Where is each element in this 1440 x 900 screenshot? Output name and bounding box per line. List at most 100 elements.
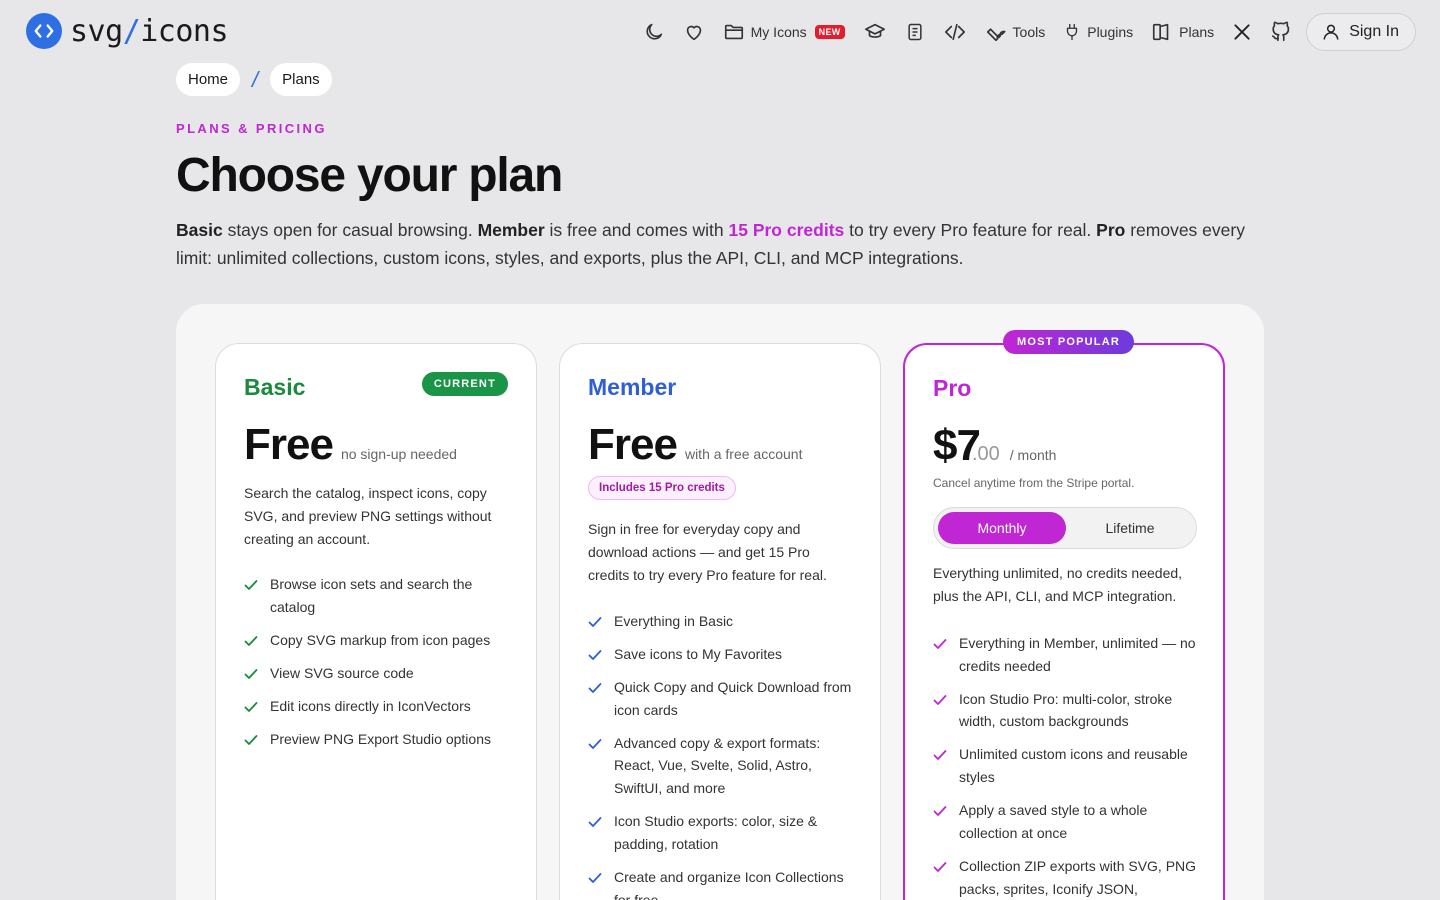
plans-link[interactable]: Plans (1151, 21, 1214, 43)
plan-name: Pro (933, 375, 972, 401)
user-icon (1323, 24, 1339, 40)
feature-list: Browse icon sets and search the catalog C… (244, 573, 510, 761)
feature-item: Everything in Basic (588, 610, 854, 633)
feature-text: Unlimited custom icons and reusable styl… (959, 746, 1188, 786)
feature-text: Copy SVG markup from icon pages (270, 631, 491, 648)
feature-list: Everything in Member, unlimited — no cre… (933, 632, 1199, 900)
breadcrumb-plans[interactable]: Plans (270, 63, 332, 96)
check-icon (244, 668, 258, 679)
favorites-link[interactable] (683, 21, 705, 43)
feature-item: View SVG source code (244, 662, 510, 685)
graduation-cap-icon (864, 23, 885, 38)
breadcrumb: Home / Plans (176, 63, 332, 96)
check-icon (244, 734, 258, 745)
price-row: $7.00 / month (933, 421, 1056, 471)
price-note: / month (1009, 447, 1057, 463)
billing-toggle: Monthly Lifetime (933, 507, 1197, 549)
feature-item: Edit icons directly in IconVectors (244, 695, 510, 718)
developer-link[interactable] (943, 21, 967, 43)
check-icon (588, 617, 602, 627)
x-link[interactable] (1232, 22, 1252, 42)
feature-text: Icon Studio Pro: multi-color, stroke wid… (959, 690, 1173, 730)
plan-description: Everything unlimited, no credits needed,… (933, 565, 1183, 604)
plan-name: Member (588, 374, 677, 400)
check-icon (244, 635, 258, 646)
price-note: no sign-up needed (340, 446, 457, 462)
feature-text: Collection ZIP exports with SVG, PNG pac… (959, 857, 1197, 897)
price: $7.00 (933, 421, 1000, 470)
plans-icon (1153, 23, 1169, 41)
feature-item: Create and organize Icon Collections for… (588, 866, 854, 900)
breadcrumb-home[interactable]: Home (176, 63, 241, 96)
folder-icon (724, 24, 743, 40)
cancel-note: Cancel anytime from the Stripe portal. (933, 476, 1135, 490)
check-icon (588, 738, 602, 749)
feature-text: Quick Copy and Quick Download from icon … (614, 679, 852, 718)
logo-text: svg/icons (70, 13, 229, 49)
top-header: svg/icons My Icons NEW Tools Plugins Pla… (0, 0, 1440, 64)
feature-item: Quick Copy and Quick Download from icon … (588, 676, 854, 721)
check-icon (244, 701, 258, 712)
logo[interactable]: svg/icons (26, 13, 229, 49)
check-icon (588, 650, 602, 660)
check-icon (933, 694, 947, 705)
feature-text: Browse icon sets and search the catalog (270, 576, 473, 615)
learn-link[interactable] (863, 21, 887, 43)
feature-item: Preview PNG Export Studio options (244, 728, 510, 751)
tools-link[interactable]: Tools (985, 21, 1046, 43)
feature-text: Icon Studio exports: color, size & paddi… (614, 813, 818, 852)
check-icon (933, 806, 947, 817)
heart-icon (686, 25, 701, 41)
feature-text: Everything in Basic (614, 613, 734, 629)
page-title: Choose your plan (176, 149, 563, 202)
check-icon (933, 861, 947, 872)
plugins-link[interactable]: Plugins (1063, 21, 1133, 43)
breadcrumb-separator: / (252, 66, 259, 92)
feature-list: Everything in Basic Save icons to My Favo… (588, 610, 854, 900)
tools-label: Tools (1012, 24, 1046, 40)
feature-text: Edit icons directly in IconVectors (270, 697, 471, 714)
main-nav: My Icons NEW Tools Plugins Plans Sign In (625, 13, 1416, 51)
plug-icon (1067, 23, 1078, 41)
docs-link[interactable] (905, 21, 925, 43)
moon-icon (646, 23, 662, 40)
wrench-icon (986, 28, 1006, 42)
monthly-toggle[interactable]: Monthly (938, 512, 1066, 544)
credits-pill: Includes 15 Pro credits (588, 476, 736, 500)
feature-item: Icon Studio Pro: multi-color, stroke wid… (933, 688, 1199, 733)
feature-text: Everything in Member, unlimited — no cre… (959, 635, 1196, 674)
lifetime-toggle[interactable]: Lifetime (1066, 512, 1194, 544)
intro-text: Basic stays open for casual browsing. Me… (176, 220, 1245, 268)
sign-in-button[interactable]: Sign In (1306, 13, 1416, 51)
price: Free (588, 420, 678, 469)
plan-card-member: Member Free with a free account Includes… (559, 343, 881, 900)
plans-label: Plans (1179, 24, 1215, 40)
check-icon (588, 683, 602, 693)
feature-item: Unlimited custom icons and reusable styl… (933, 743, 1199, 788)
feature-item: Advanced copy & export formats: React, V… (588, 732, 854, 800)
github-link[interactable] (1270, 21, 1292, 43)
feature-text: Advanced copy & export formats: React, V… (614, 734, 821, 797)
new-badge: NEW (814, 25, 845, 39)
feature-text: Save icons to My Favorites (614, 646, 783, 662)
plan-description: Sign in free for everyday copy and downl… (588, 521, 827, 583)
price-row: Free with a free account (588, 420, 802, 470)
github-icon (1272, 21, 1290, 42)
plan-card-pro: MOST POPULAR Pro $7.00 / month Cancel an… (903, 330, 1225, 900)
plugins-label: Plugins (1087, 24, 1134, 40)
most-popular-badge: MOST POPULAR (1003, 330, 1135, 354)
plan-card-basic: CURRENT Basic Free no sign-up needed Sea… (215, 343, 537, 900)
feature-text: View SVG source code (270, 664, 414, 681)
feature-text: Preview PNG Export Studio options (270, 730, 491, 747)
price-note: with a free account (684, 446, 803, 462)
x-logo-icon (1234, 24, 1250, 40)
dark-mode-toggle[interactable] (643, 21, 665, 43)
feature-item: Icon Studio exports: color, size & paddi… (588, 810, 854, 855)
check-icon (933, 639, 947, 649)
price: Free (244, 420, 334, 469)
code-icon (944, 23, 965, 41)
my-icons-link[interactable]: My Icons NEW (723, 21, 845, 43)
check-icon (933, 750, 947, 761)
feature-item: Everything in Member, unlimited — no cre… (933, 632, 1199, 677)
eyebrow-label: PLANS & PRICING (176, 121, 327, 136)
